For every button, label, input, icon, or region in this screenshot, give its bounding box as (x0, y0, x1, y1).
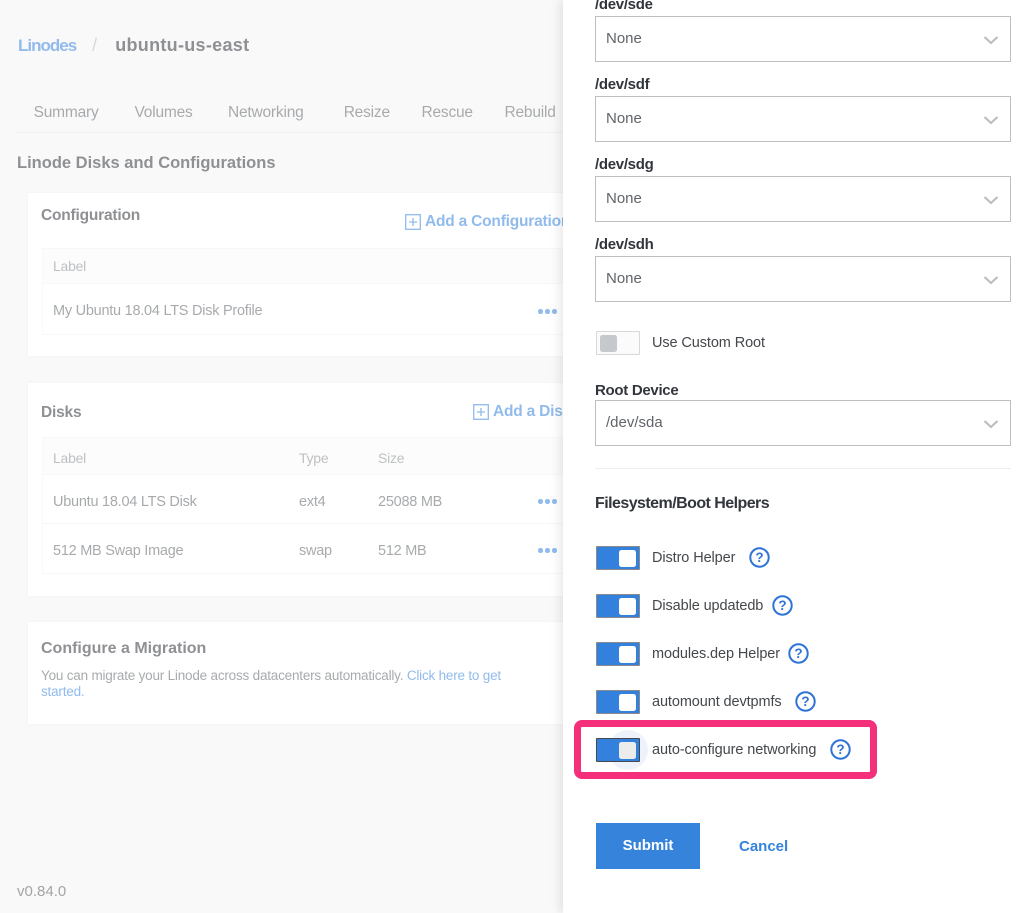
svg-text:?: ? (794, 646, 802, 661)
svg-text:?: ? (755, 550, 763, 565)
svg-text:?: ? (778, 598, 786, 613)
svg-text:?: ? (801, 694, 809, 709)
